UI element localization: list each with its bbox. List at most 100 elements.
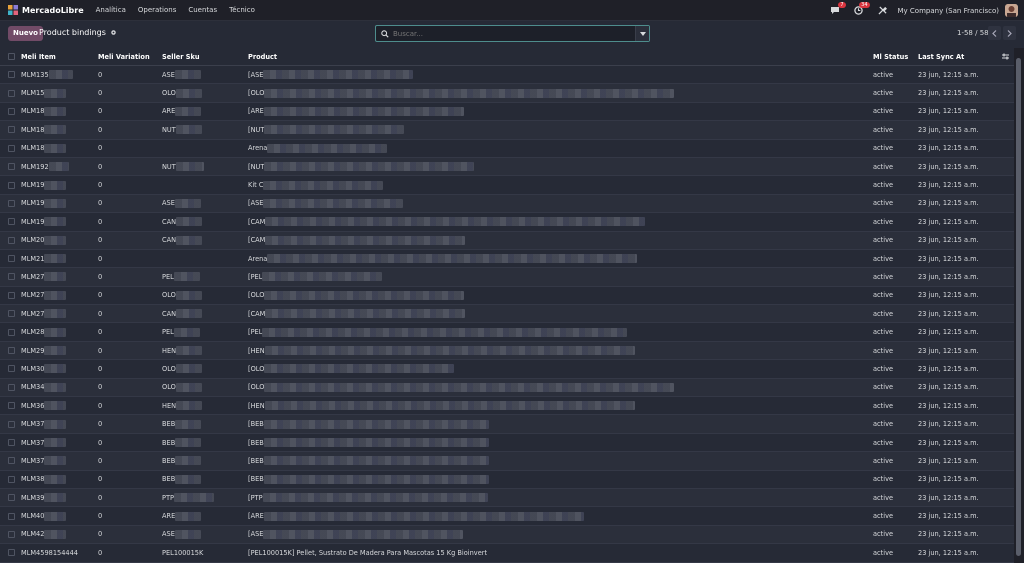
row-checkbox[interactable] xyxy=(8,126,15,134)
row-checkbox[interactable] xyxy=(8,549,15,557)
column-header-ml-status[interactable]: Ml Status xyxy=(873,48,913,65)
menu-cuentas[interactable]: Cuentas xyxy=(188,6,217,14)
row-checkbox[interactable] xyxy=(8,512,15,520)
company-switcher[interactable]: My Company (San Francisco) xyxy=(898,7,999,15)
table-row[interactable]: MLM135 0 ASE [ASE active 23 jun, 12:15 a.m. xyxy=(0,66,1014,85)
column-header-meli-variation[interactable]: Meli Variation xyxy=(98,48,153,65)
activity-badge: 34 xyxy=(859,1,870,8)
table-row[interactable]: MLM34 0 OLO [OLO active 23 jun, 12:15 a.m. xyxy=(0,378,1014,398)
last-sync-cell-text: 23 jun, 12:15 a.m. xyxy=(918,107,979,116)
table-row[interactable]: MLM192 0 NUT [NUT active 23 jun, 12:15 a.m. xyxy=(0,157,1014,177)
table-row[interactable]: MLM27 0 CAN [CAM active 23 jun, 12:15 a.m. xyxy=(0,305,1014,324)
menu-analitica[interactable]: Analítica xyxy=(96,6,126,14)
column-header-seller-sku[interactable]: Seller Sku xyxy=(162,48,242,65)
row-checkbox[interactable] xyxy=(8,439,15,446)
pager-next-button[interactable] xyxy=(1003,26,1016,40)
app-brand[interactable]: MercadoLibre xyxy=(8,5,84,15)
row-checkbox[interactable] xyxy=(8,89,15,97)
table-row[interactable]: MLM27 0 OLO [OLO active 23 jun, 12:15 a.m. xyxy=(0,287,1014,306)
table-row[interactable]: MLM19 0 ASE [ASE active 23 jun, 12:15 a.m. xyxy=(0,194,1014,214)
row-checkbox[interactable] xyxy=(8,236,15,244)
row-checkbox[interactable] xyxy=(8,347,15,355)
meli-variation-cell: 0 xyxy=(98,489,153,506)
pager-previous-button[interactable] xyxy=(988,26,1001,40)
redacted-text xyxy=(44,143,67,153)
ml-status-cell-text: active xyxy=(873,530,894,539)
row-checkbox[interactable] xyxy=(8,199,15,207)
table-row[interactable]: MLM38 0 BEB [BEB active 23 jun, 12:15 a.m. xyxy=(0,471,1014,489)
menu-operations[interactable]: Operations xyxy=(138,6,176,14)
meli-item-cell-text: MLM42 xyxy=(21,530,45,539)
table-row[interactable]: MLM19 0 Kit C active 23 jun, 12:15 a.m. xyxy=(0,176,1014,195)
row-checkbox[interactable] xyxy=(8,218,15,226)
row-checkbox[interactable] xyxy=(8,144,15,152)
optional-columns-toggle[interactable] xyxy=(1002,48,1012,65)
table-row[interactable]: MLM21 0 Arena active 23 jun, 12:15 a.m. xyxy=(0,250,1014,269)
product-cell-text: [ASE xyxy=(248,70,264,79)
row-checkbox[interactable] xyxy=(8,365,15,373)
redacted-text xyxy=(44,456,67,466)
new-button[interactable]: Nuevo xyxy=(8,26,43,41)
table-row[interactable]: MLM18 0 NUT [NUT active 23 jun, 12:15 a.m. xyxy=(0,121,1014,140)
table-row[interactable]: MLM37 0 BEB [BEB active 23 jun, 12:15 a.m. xyxy=(0,452,1014,471)
seller-sku-cell: HEN xyxy=(162,342,242,359)
row-checkbox[interactable] xyxy=(8,530,15,538)
row-checkbox[interactable] xyxy=(8,420,15,428)
table-row[interactable]: MLM28 0 PEL [PEL active 23 jun, 12:15 a.m. xyxy=(0,323,1014,342)
row-checkbox[interactable] xyxy=(8,383,15,391)
table-row[interactable]: MLM37 0 BEB [BEB active 23 jun, 12:15 a.m. xyxy=(0,415,1014,434)
row-select-cell xyxy=(8,526,17,543)
row-checkbox[interactable] xyxy=(8,71,15,79)
column-header-product[interactable]: Product xyxy=(248,48,858,65)
search-input[interactable] xyxy=(393,29,633,38)
table-row[interactable]: MLM40 0 ARE [ARE active 23 jun, 12:15 a.m. xyxy=(0,507,1014,526)
table-row[interactable]: MLM42 0 ASE [ASE active 23 jun, 12:15 a.m. xyxy=(0,525,1014,545)
table-row[interactable]: MLM36 0 HEN [HEN active 23 jun, 12:15 a.m. xyxy=(0,397,1014,416)
row-checkbox[interactable] xyxy=(8,273,15,281)
scrollbar-thumb[interactable] xyxy=(1016,58,1021,556)
ml-status-cell-text: active xyxy=(873,456,894,465)
column-header-last-sync-at[interactable]: Last Sync At xyxy=(918,48,998,65)
search-options-toggle[interactable] xyxy=(635,26,649,41)
table-row[interactable]: MLM27 0 PEL [PEL active 23 jun, 12:15 a.m. xyxy=(0,268,1014,287)
row-checkbox[interactable] xyxy=(8,291,15,299)
row-checkbox[interactable] xyxy=(8,181,15,189)
select-all-checkbox[interactable] xyxy=(8,53,15,60)
product-cell: [PEL xyxy=(248,268,858,285)
column-header-meli-item[interactable]: Meli Item xyxy=(21,48,91,65)
table-row[interactable]: MLM18 0 ARE [ARE active 23 jun, 12:15 a.m. xyxy=(0,103,1014,122)
table-row[interactable]: MLM20 0 CAN [CAM active 23 jun, 12:15 a.m. xyxy=(0,231,1014,250)
menu-tecnico[interactable]: Técnico xyxy=(229,6,255,14)
activity-button[interactable]: 34 xyxy=(853,1,870,17)
row-checkbox[interactable] xyxy=(8,255,15,263)
row-checkbox[interactable] xyxy=(8,163,15,171)
row-checkbox[interactable] xyxy=(8,475,15,483)
table-row[interactable]: MLM15 0 OLO [OLO active 23 jun, 12:15 a.m. xyxy=(0,84,1014,103)
meli-variation-cell: 0 xyxy=(98,176,153,193)
table-row[interactable]: MLM39 0 PTP [PTP active 23 jun, 12:15 a.m. xyxy=(0,488,1014,508)
gear-icon[interactable] xyxy=(110,29,117,36)
user-avatar[interactable] xyxy=(1005,4,1018,17)
vertical-scrollbar[interactable] xyxy=(1014,48,1024,563)
table-row[interactable]: MLM18 0 Arena active 23 jun, 12:15 a.m. xyxy=(0,140,1014,158)
row-checkbox[interactable] xyxy=(8,402,15,410)
debug-button[interactable] xyxy=(877,5,889,17)
table-row[interactable]: MLM37 0 BEB [BEB active 23 jun, 12:15 a.m. xyxy=(0,434,1014,453)
table-row[interactable]: MLM30 0 OLO [OLO active 23 jun, 12:15 a.m. xyxy=(0,360,1014,379)
row-checkbox[interactable] xyxy=(8,328,15,336)
pager-value[interactable]: 1-58 / 58 xyxy=(957,29,989,37)
row-checkbox[interactable] xyxy=(8,494,15,502)
seller-sku-cell xyxy=(162,140,242,157)
redacted-text xyxy=(263,106,464,116)
table-row[interactable]: MLM19 0 CAN [CAM active 23 jun, 12:15 a.m. xyxy=(0,213,1014,232)
table-row[interactable]: MLM4598154444 0 PEL100015K [PEL100015K] Pel… xyxy=(0,544,1014,563)
row-checkbox[interactable] xyxy=(8,310,15,318)
ml-status-cell-text: active xyxy=(873,364,894,373)
last-sync-cell: 23 jun, 12:15 a.m. xyxy=(918,232,998,249)
row-checkbox[interactable] xyxy=(8,457,15,465)
product-cell-text: [CAM xyxy=(248,217,266,226)
meli-variation-cell: 0 xyxy=(98,471,153,488)
table-row[interactable]: MLM29 0 HEN [HEN active 23 jun, 12:15 a.m. xyxy=(0,341,1014,361)
chat-button[interactable]: 7 xyxy=(829,1,846,17)
row-checkbox[interactable] xyxy=(8,107,15,115)
